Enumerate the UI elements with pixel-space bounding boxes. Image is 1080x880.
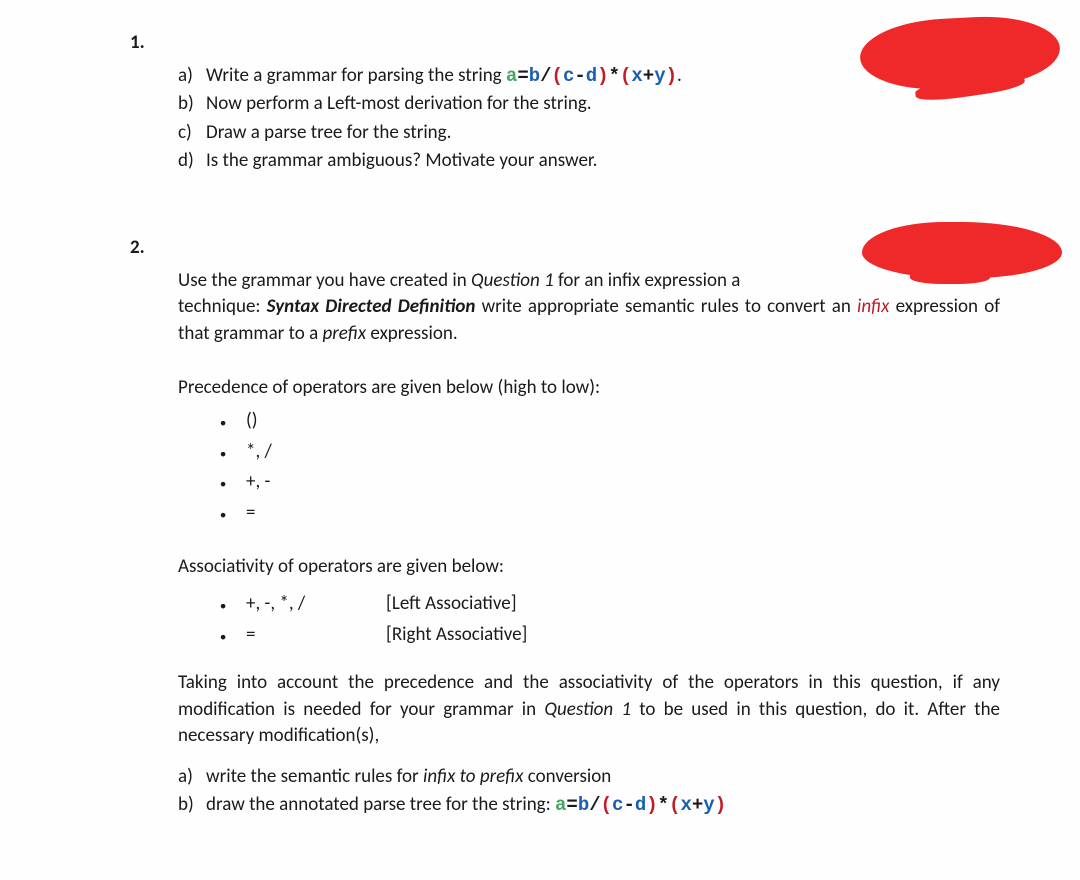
prec-item-1: ●*, / — [220, 439, 1020, 466]
q2-paragraph-1: Use the grammar you have created in Ques… — [178, 268, 1000, 348]
q1-c-label: c) — [178, 120, 206, 147]
precedence-heading: Precedence of operators are given below … — [178, 375, 1020, 402]
q1-a-text: Write a grammar for parsing the string a… — [206, 63, 682, 90]
assoc-item-0: ● +, -, *, / [Left Associative] — [220, 591, 1020, 618]
q2-ref-question1-b: Question 1 — [544, 698, 631, 721]
q1-a-label: a) — [178, 63, 206, 90]
q2-b-text: draw the annotated parse tree for the st… — [206, 792, 726, 819]
q2-term-infix: infix — [857, 295, 889, 318]
q2-b-expression: a=b/(c-d)*(x+y) — [555, 794, 726, 816]
q1-item-a: a) Write a grammar for parsing the strin… — [178, 63, 1020, 90]
q2-item-a: a) write the semantic rules for infix to… — [178, 764, 1020, 791]
prec-item-2: ●+, - — [220, 469, 1020, 496]
q1-d-label: d) — [178, 148, 206, 175]
q1-item-c: c) Draw a parse tree for the string. — [178, 120, 1020, 147]
document-page: 1. a) Write a grammar for parsing the st… — [0, 0, 1080, 851]
q1-d-text: Is the grammar ambiguous? Motivate your … — [206, 148, 597, 175]
associativity-heading: Associativity of operators are given bel… — [178, 554, 1020, 581]
q2-ref-question1: Question 1 — [471, 269, 554, 292]
q1-c-text: Draw a parse tree for the string. — [206, 120, 451, 147]
q1-b-text: Now perform a Left-most derivation for t… — [206, 91, 592, 118]
bullet-icon: ● — [220, 505, 246, 524]
q2-term-sdd: Syntax Directed Definition — [267, 295, 476, 318]
question-1-list: a) Write a grammar for parsing the strin… — [178, 63, 1020, 175]
q1-item-d: d) Is the grammar ambiguous? Motivate yo… — [178, 148, 1020, 175]
assoc-item-1: ● = [Right Associative] — [220, 622, 1020, 649]
q1-b-label: b) — [178, 91, 206, 118]
question-2: 2. Use the grammar you have created in Q… — [150, 235, 1020, 819]
q2-item-b: b) draw the annotated parse tree for the… — [178, 792, 1020, 819]
question-2-number: 2. — [130, 235, 1020, 262]
q2-paragraph-2: Taking into account the precedence and t… — [178, 670, 1000, 750]
prec-item-0: ●() — [220, 408, 1020, 435]
q1-a-expression: a=b/(c-d)*(x+y) — [506, 65, 677, 87]
bullet-icon: ● — [220, 596, 246, 615]
prec-item-3: ●= — [220, 500, 1020, 527]
associativity-list: ● +, -, *, / [Left Associative] ● = [Rig… — [220, 591, 1020, 648]
bullet-icon: ● — [220, 627, 246, 646]
precedence-list: ●() ●*, / ●+, - ●= — [220, 408, 1020, 526]
q2-a-label: a) — [178, 764, 206, 791]
q2-a-text: write the semantic rules for infix to pr… — [206, 764, 611, 791]
bullet-icon: ● — [220, 413, 246, 432]
question-1-number: 1. — [130, 30, 1020, 57]
q2-b-label: b) — [178, 792, 206, 819]
question-2-list: a) write the semantic rules for infix to… — [178, 764, 1020, 819]
bullet-icon: ● — [220, 474, 246, 493]
bullet-icon: ● — [220, 444, 246, 463]
q2-term-prefix: prefix — [322, 322, 366, 345]
q1-item-b: b) Now perform a Left-most derivation fo… — [178, 91, 1020, 118]
